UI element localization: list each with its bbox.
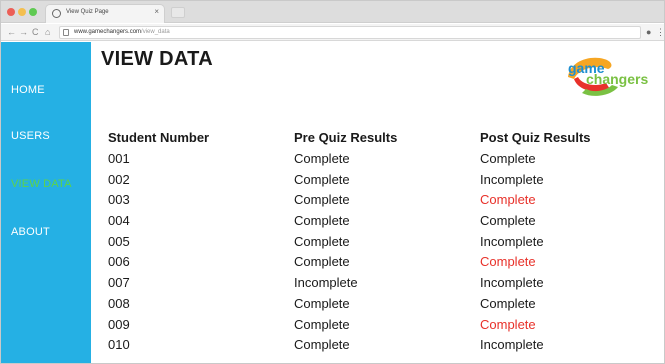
tab-close-icon[interactable]: × bbox=[154, 8, 159, 16]
post-quiz-result-cell: Complete bbox=[480, 254, 536, 270]
pre-quiz-result-cell: Incomplete bbox=[294, 275, 358, 291]
browser-toolbar: ← → C ⌂ www.gamechangers.com/view_data ●… bbox=[1, 24, 664, 41]
table-row: 007 Incomplete Incomplete bbox=[1, 275, 664, 296]
pre-quiz-result-cell: Complete bbox=[294, 254, 350, 270]
url-host: www.gamechangers.com bbox=[74, 29, 142, 35]
pre-quiz-result-cell: Complete bbox=[294, 233, 350, 249]
browser-titlebar: View Quiz Page × bbox=[1, 1, 664, 23]
new-tab-button[interactable] bbox=[171, 7, 185, 18]
browser-tab[interactable]: View Quiz Page × bbox=[45, 4, 165, 23]
post-quiz-result-cell: Complete bbox=[480, 316, 536, 332]
pre-quiz-result-cell: Complete bbox=[294, 192, 350, 208]
lock-icon bbox=[63, 29, 69, 36]
account-icon[interactable]: ● bbox=[646, 26, 651, 38]
sidebar-item-home[interactable]: HOME bbox=[11, 84, 45, 96]
forward-arrow-icon[interactable]: → bbox=[19, 26, 28, 38]
pre-quiz-result-cell: Complete bbox=[294, 151, 350, 166]
column-header-post-quiz: Post Quiz Results bbox=[480, 130, 591, 145]
address-text: www.gamechangers.com/view_data bbox=[74, 29, 170, 35]
table-row: 004 Complete Complete bbox=[1, 213, 664, 234]
pre-quiz-result-cell: Complete bbox=[294, 295, 350, 311]
pre-quiz-result-cell: Complete bbox=[294, 316, 350, 332]
pre-quiz-result-cell: Complete bbox=[294, 213, 350, 229]
table-row: 006 Complete Complete bbox=[1, 254, 664, 275]
student-number-cell: 006 bbox=[108, 254, 130, 270]
student-number-cell: 004 bbox=[108, 213, 130, 229]
home-icon[interactable]: ⌂ bbox=[45, 26, 50, 38]
page-title: VIEW DATA bbox=[101, 48, 213, 70]
back-arrow-icon[interactable]: ← bbox=[7, 26, 16, 38]
table-row: 002 Complete Incomplete bbox=[1, 172, 664, 193]
reload-icon[interactable]: C bbox=[32, 26, 39, 38]
more-vertical-icon[interactable]: ⋮ bbox=[656, 26, 664, 38]
column-header-pre-quiz: Pre Quiz Results bbox=[294, 130, 398, 145]
table-row: 009 Complete Complete bbox=[1, 317, 664, 338]
post-quiz-result-cell: Complete bbox=[480, 295, 536, 311]
student-number-cell: 008 bbox=[108, 295, 130, 311]
post-quiz-result-cell: Complete bbox=[480, 151, 536, 166]
table-row: 010 Complete Incomplete bbox=[1, 337, 664, 358]
post-quiz-result-cell: Incomplete bbox=[480, 337, 544, 353]
post-quiz-result-cell: Incomplete bbox=[480, 233, 544, 249]
url-path: /view_data bbox=[141, 29, 170, 35]
maximize-window-button[interactable] bbox=[29, 8, 37, 16]
table-row: 008 Complete Complete bbox=[1, 296, 664, 317]
table-row: 001 Complete Complete bbox=[1, 151, 664, 172]
student-number-cell: 003 bbox=[108, 192, 130, 208]
table-row: 005 Complete Incomplete bbox=[1, 234, 664, 255]
post-quiz-result-cell: Complete bbox=[480, 192, 536, 208]
pre-quiz-result-cell: Complete bbox=[294, 171, 350, 187]
post-quiz-result-cell: Incomplete bbox=[480, 275, 544, 291]
pre-quiz-result-cell: Complete bbox=[294, 337, 350, 353]
logo-line2: changers bbox=[586, 71, 648, 87]
results-table-body: 001 Complete Complete 002 Complete Incomplete… bbox=[1, 151, 664, 358]
browser-window: View Quiz Page × ← → C ⌂ www.gamechanger… bbox=[0, 0, 665, 364]
table-row: 003 Complete Complete bbox=[1, 192, 664, 213]
close-window-button[interactable] bbox=[7, 8, 15, 16]
student-number-cell: 005 bbox=[108, 233, 130, 249]
address-bar[interactable]: www.gamechangers.com/view_data bbox=[59, 26, 641, 39]
game-changers-logo: game changers bbox=[568, 57, 648, 96]
student-number-cell: 001 bbox=[108, 151, 130, 166]
student-number-cell: 007 bbox=[108, 275, 130, 291]
student-number-cell: 002 bbox=[108, 171, 130, 187]
post-quiz-result-cell: Incomplete bbox=[480, 171, 544, 187]
tab-title: View Quiz Page bbox=[66, 9, 109, 15]
globe-icon bbox=[52, 9, 61, 18]
column-header-student-number: Student Number bbox=[108, 130, 210, 145]
sidebar-item-users[interactable]: USERS bbox=[11, 130, 50, 142]
minimize-window-button[interactable] bbox=[18, 8, 26, 16]
student-number-cell: 009 bbox=[108, 316, 130, 332]
student-number-cell: 010 bbox=[108, 337, 130, 353]
post-quiz-result-cell: Complete bbox=[480, 213, 536, 229]
